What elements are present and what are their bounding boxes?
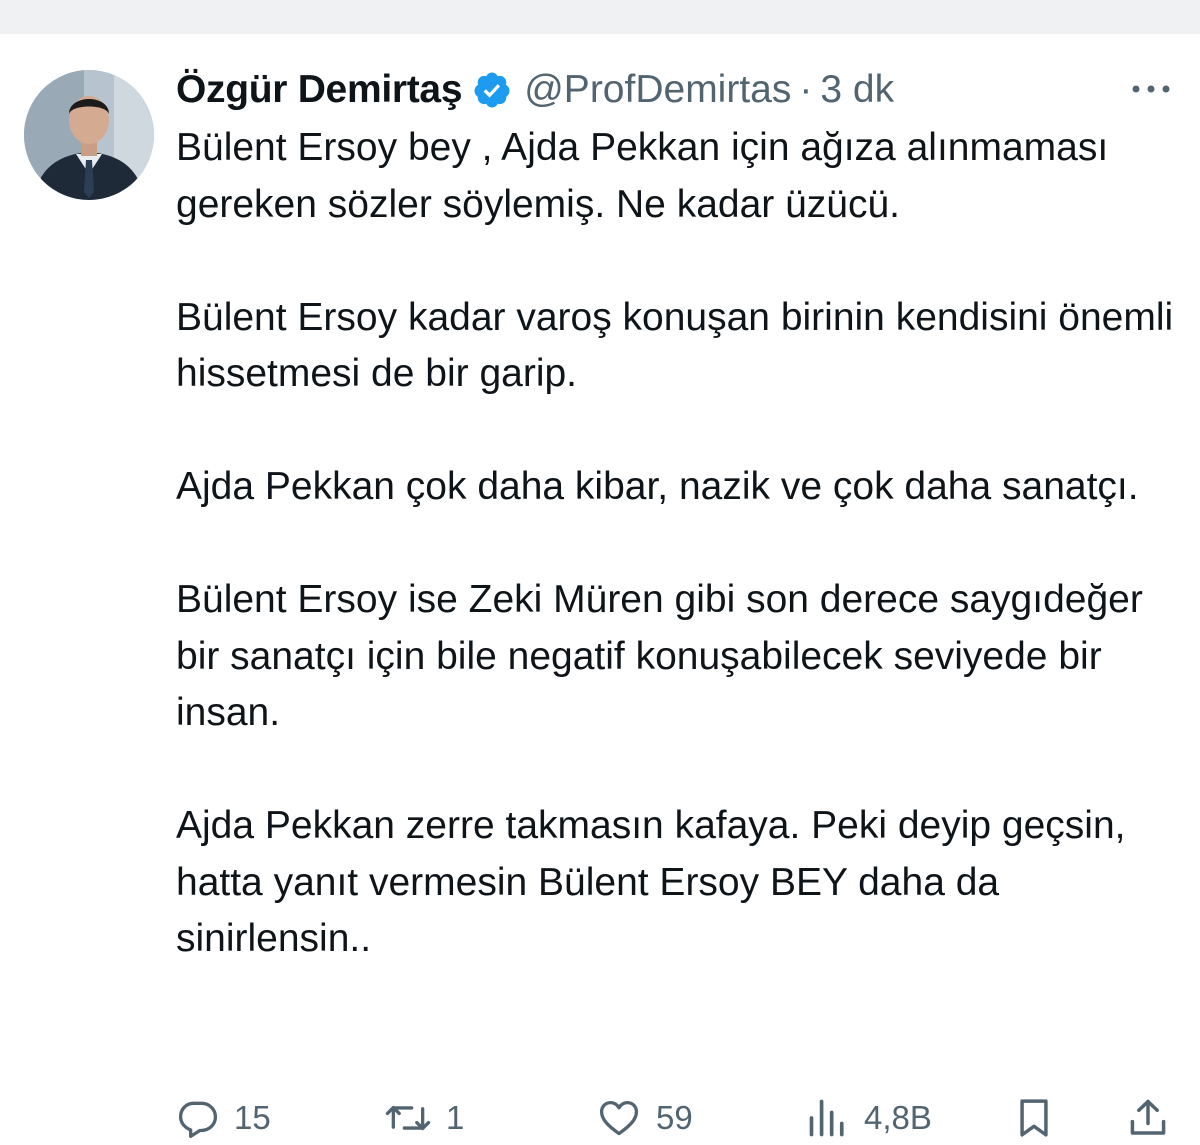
more-icon <box>1132 85 1170 93</box>
share-icon <box>1130 1099 1166 1135</box>
avatar[interactable] <box>24 70 154 200</box>
like-button[interactable]: 59 <box>596 1096 693 1140</box>
reply-button[interactable]: 15 <box>176 1096 271 1140</box>
views-button[interactable]: 4,8B <box>806 1096 932 1140</box>
like-count: 59 <box>656 1099 693 1136</box>
reply-count: 15 <box>234 1099 271 1136</box>
tweet-paragraph: Ajda Pekkan zerre takmasın kafaya. Peki … <box>176 804 1126 960</box>
views-count: 4,8B <box>864 1099 932 1136</box>
retweet-count: 1 <box>446 1099 465 1136</box>
top-strip <box>0 0 1200 34</box>
share-button[interactable] <box>1126 1096 1170 1140</box>
tweet-paragraph: Bülent Ersoy kadar varoş konuşan birinin… <box>176 295 1174 396</box>
verified-badge-icon[interactable] <box>472 70 512 110</box>
tweet-paragraph: Ajda Pekkan çok daha kibar, nazik ve çok… <box>176 465 1139 508</box>
heart-icon <box>599 1100 639 1136</box>
separator-dot: · <box>799 68 813 111</box>
reply-icon <box>178 1101 218 1138</box>
more-options-button[interactable] <box>1126 74 1176 104</box>
tweet-header: Özgür Demirtaş @ProfDemirtas · 3 dk <box>176 66 894 114</box>
retweet-icon <box>385 1105 431 1131</box>
tweet-card[interactable]: Özgür Demirtaş @ProfDemirtas · 3 dk Büle… <box>0 34 1200 1145</box>
retweet-button[interactable]: 1 <box>384 1096 464 1140</box>
display-name[interactable]: Özgür Demirtaş <box>176 68 463 112</box>
tweet-text: Bülent Ersoy bey , Ajda Pekkan için ağız… <box>176 120 1186 968</box>
user-handle[interactable]: @ProfDemirtas <box>524 68 791 112</box>
tweet-paragraph: Bülent Ersoy ise Zeki Müren gibi son der… <box>176 578 1143 734</box>
bookmark-button[interactable] <box>1012 1096 1056 1140</box>
bookmark-icon <box>1020 1099 1048 1137</box>
tweet-paragraph: Bülent Ersoy bey , Ajda Pekkan için ağız… <box>176 126 1109 226</box>
views-icon <box>809 1099 844 1137</box>
timestamp[interactable]: 3 dk <box>820 68 894 112</box>
profile-photo-icon <box>24 70 154 200</box>
